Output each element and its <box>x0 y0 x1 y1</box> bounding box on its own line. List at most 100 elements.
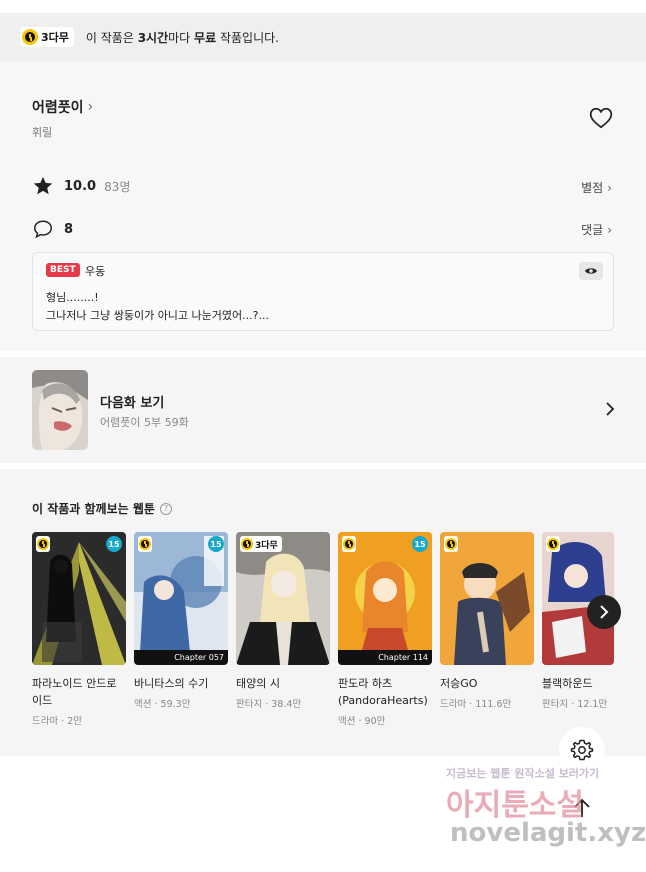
next-episode-title: 다음화 보기 <box>100 396 165 411</box>
card-genre: 드라마 <box>32 716 59 727</box>
card-genre: 드라마 <box>440 699 467 710</box>
clock-badge <box>138 536 152 552</box>
card-count: 2만 <box>67 716 83 727</box>
rating-value: 10.0 <box>64 178 97 194</box>
chevron-right-icon: › <box>607 222 612 237</box>
best-comment[interactable]: BEST 우동 형님........! 그나저나 그냥 쌍둥이가 아니고 나눈거… <box>32 252 614 331</box>
eye-icon[interactable] <box>579 262 603 280</box>
cover-image: 3다무 <box>236 532 330 665</box>
card-title: 저승GO <box>440 677 478 690</box>
card-meta: 액션 · 90만 <box>338 716 386 727</box>
next-episode-sub: 어렴풋이 5부 59화 <box>100 416 189 429</box>
card-count: 90만 <box>364 716 386 727</box>
recommend-section: 이 작품과 함께보는 웹툰 ? 15 파라노이드 안드로이드 드라마 · 2만 <box>0 469 646 756</box>
watermark-url: novelagit.xyz <box>450 818 646 848</box>
cover-image: 15 Chapter 057 <box>134 532 228 665</box>
clock-icon <box>445 538 457 550</box>
chevron-right-icon: › <box>87 99 94 115</box>
comment-user: 우동 <box>85 265 106 278</box>
chapter-label: Chapter 057 <box>174 653 224 662</box>
card-meta: 판타지 · 12.1만 <box>542 699 608 710</box>
clock-badge <box>342 536 356 552</box>
notice-text-suffix: 작품입니다. <box>216 30 279 45</box>
recommend-card[interactable]: 15 Chapter 114 판도라 하츠(PandoraHearts) 액션 … <box>338 532 432 727</box>
cover-image: 15 <box>32 532 126 665</box>
card-meta: 액션 · 59.3만 <box>134 699 191 710</box>
card-genre: 판타지 <box>542 699 569 710</box>
watermark-tagline: 지금보는 웹툰 원작소설 보러가기 <box>446 767 600 780</box>
speech-bubble-icon <box>34 220 52 239</box>
help-icon[interactable]: ? <box>159 502 172 515</box>
rating-link[interactable]: 별점 › <box>581 179 612 196</box>
recommend-title: 이 작품과 함께보는 웹툰 ? <box>32 500 172 517</box>
scroll-next-button[interactable] <box>587 595 621 629</box>
author-link[interactable]: 어렴풋이 › <box>32 97 93 117</box>
next-episode-card[interactable]: 다음화 보기 어렴풋이 5부 59화 <box>0 357 646 463</box>
notice-free: 무료 <box>194 30 217 45</box>
card-title: 태양의 시 <box>236 677 280 690</box>
card-genre: 액션 <box>134 699 152 710</box>
chevron-right-icon <box>600 605 609 619</box>
card-count: 111.6만 <box>475 699 512 710</box>
card-count: 12.1만 <box>577 699 608 710</box>
free-notice-bar: 3다무 이 작품은 3시간마다 무료 작품입니다. <box>0 13 646 61</box>
three-hour-free-badge: 3다무 <box>20 27 74 47</box>
three-hour-free-badge: 3다무 <box>240 536 282 552</box>
rating-link-label: 별점 <box>581 181 604 195</box>
clock-icon <box>139 538 151 550</box>
author-name: 어렴풋이 <box>32 100 84 116</box>
clock-icon <box>22 29 38 45</box>
chapter-label: Chapter 114 <box>378 653 428 662</box>
card-genre: 액션 <box>338 716 356 727</box>
card-title: 판도라 하츠(PandoraHearts) <box>338 677 428 707</box>
clock-icon <box>37 538 49 550</box>
notice-text-prefix: 이 작품은 <box>85 30 138 45</box>
comment-count: 8 <box>64 221 74 237</box>
recommend-title-label: 이 작품과 함께보는 웹툰 <box>32 502 155 516</box>
card-title: 바니타스의 수기 <box>134 677 209 690</box>
card-count: 59.3만 <box>160 699 191 710</box>
age-rating-badge: 15 <box>106 536 122 552</box>
clock-badge <box>546 536 560 552</box>
recommend-card[interactable]: 15 Chapter 057 바니타스의 수기 액션 · 59.3만 <box>134 532 228 710</box>
card-genre: 판타지 <box>236 699 263 710</box>
clock-icon <box>343 538 355 550</box>
clock-icon <box>547 538 559 550</box>
card-count: 38.4만 <box>271 699 302 710</box>
best-tag: BEST <box>46 263 80 277</box>
comment-line-1: 형님........! <box>46 291 99 304</box>
top-strip <box>0 0 646 13</box>
cover-image: 15 Chapter 114 <box>338 532 432 665</box>
notice-text-mid: 마다 <box>168 30 195 45</box>
card-title: 블랙하운드 <box>542 677 593 690</box>
work-info-section: 어렴풋이 › 휘릴 10.0 83명 별점 › 8 댓글 › BEST 우동 형… <box>0 61 646 351</box>
age-rating-badge: 15 <box>412 536 428 552</box>
age-rating-badge: 15 <box>208 536 224 552</box>
badge-label: 3다무 <box>255 540 278 551</box>
clock-badge <box>36 536 50 552</box>
comment-link[interactable]: 댓글 › <box>581 221 612 238</box>
recommend-card[interactable]: 15 파라노이드 안드로이드 드라마 · 2만 <box>32 532 126 727</box>
author-sub: 휘릴 <box>32 126 53 139</box>
rating-row: 10.0 83명 <box>32 175 130 197</box>
rating-count: 83명 <box>104 179 131 194</box>
recommend-card[interactable]: 저승GO 드라마 · 111.6만 <box>440 532 534 710</box>
chevron-right-icon <box>606 402 615 416</box>
recommend-card[interactable]: 3다무 태양의 시 판타지 · 38.4만 <box>236 532 330 710</box>
card-meta: 판타지 · 38.4만 <box>236 699 302 710</box>
badge-label: 3다무 <box>41 31 69 44</box>
next-episode-thumbnail <box>32 370 88 450</box>
comment-link-label: 댓글 <box>581 223 604 237</box>
notice-hours: 3시간 <box>137 30 169 45</box>
heart-icon[interactable] <box>588 105 614 131</box>
chevron-right-icon: › <box>607 180 612 195</box>
star-icon <box>33 176 53 195</box>
gear-icon <box>570 739 594 761</box>
card-meta: 드라마 · 111.6만 <box>440 699 512 710</box>
clock-badge <box>444 536 458 552</box>
comment-row: 8 <box>32 218 73 240</box>
card-meta: 드라마 · 2만 <box>32 716 83 727</box>
cover-image <box>440 532 534 665</box>
card-title: 파라노이드 안드로이드 <box>32 677 117 707</box>
clock-icon <box>241 538 253 550</box>
